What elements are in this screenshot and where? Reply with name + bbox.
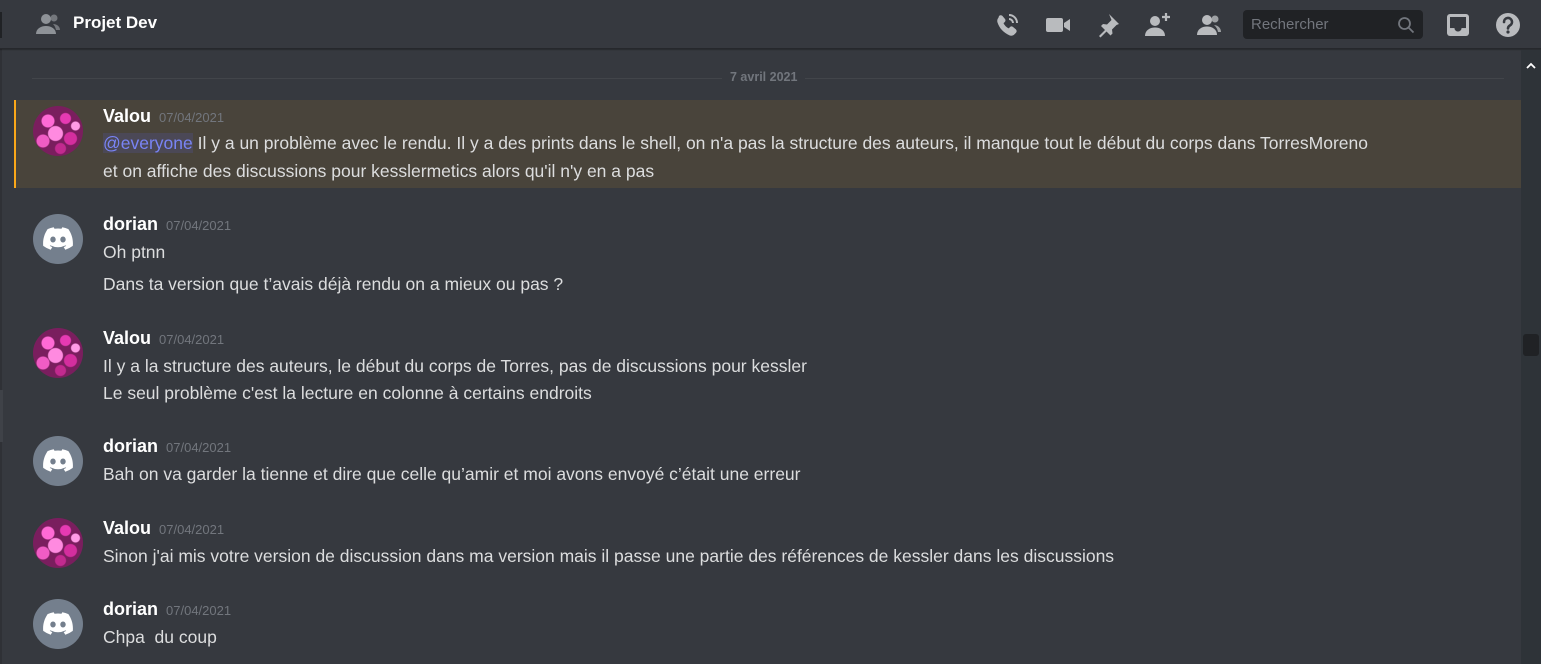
group-icon (34, 12, 62, 36)
video-icon[interactable] (1044, 11, 1072, 39)
avatar[interactable] (33, 328, 83, 378)
message-text: Chpa du coup (103, 627, 217, 647)
avatar[interactable] (33, 599, 83, 649)
pin-icon[interactable] (1094, 11, 1122, 39)
message-item[interactable]: dorian 07/04/2021 Oh ptnn Dans ta version… (14, 208, 1521, 304)
message-text: Dans ta version que t’avais déjà rendu o… (103, 274, 564, 294)
discord-logo-icon (43, 227, 73, 250)
help-icon[interactable] (1494, 11, 1522, 39)
message-timestamp: 07/04/2021 (159, 332, 225, 347)
author-name[interactable]: Valou (103, 328, 151, 348)
channel-title: Projet Dev (73, 13, 158, 32)
message-header: Valou 07/04/2021 (103, 328, 224, 349)
author-name[interactable]: Valou (103, 106, 151, 126)
message-timestamp: 07/04/2021 (166, 218, 232, 233)
message-text: Oh ptnn (103, 242, 166, 262)
message-timestamp: 07/04/2021 (159, 110, 225, 125)
inbox-icon[interactable] (1444, 11, 1472, 39)
message-item[interactable]: Valou 07/04/2021 Il y a la structure des … (14, 322, 1521, 412)
avatar[interactable] (33, 518, 83, 568)
message-timestamp: 07/04/2021 (166, 440, 232, 455)
author-name[interactable]: dorian (103, 599, 158, 619)
scroll-thumb[interactable] (1523, 334, 1539, 356)
message-list: 7 avril 2021 Valou 07/04/2021 @everyone I… (0, 50, 1521, 664)
search-box[interactable] (1243, 10, 1423, 39)
add-member-icon[interactable] (1144, 11, 1172, 39)
message-header: dorian 07/04/2021 (103, 436, 231, 457)
everyone-mention[interactable]: @everyone (103, 133, 193, 153)
message-item[interactable]: dorian 07/04/2021 Chpa du coup (14, 593, 1521, 663)
search-input[interactable] (1243, 10, 1393, 39)
message-item[interactable]: dorian 07/04/2021 Bah on va garder la tie… (14, 430, 1521, 500)
message-item[interactable]: Valou 07/04/2021 @everyone Il y a un prob… (14, 100, 1521, 188)
scrollbar[interactable] (1521, 50, 1541, 664)
search-icon[interactable] (1397, 16, 1415, 34)
members-icon[interactable] (1194, 11, 1222, 39)
message-header: Valou 07/04/2021 (103, 106, 224, 127)
date-divider-label: 7 avril 2021 (722, 70, 806, 84)
author-name[interactable]: dorian (103, 436, 158, 456)
discord-logo-icon (43, 612, 73, 635)
message-text: Il y a la structure des auteurs, le débu… (103, 356, 807, 376)
discord-window: Projet Dev Rechercher 7 avril 2021 Valou… (0, 0, 1541, 664)
message-header: dorian 07/04/2021 (103, 599, 231, 620)
message-item[interactable]: Valou 07/04/2021 Sinon j'ai mis votre ver… (14, 512, 1521, 582)
message-text: Le seul problème c'est la lecture en col… (103, 383, 592, 403)
message-timestamp: 07/04/2021 (166, 603, 232, 618)
message-text: Sinon j'ai mis votre version de discussi… (103, 546, 1115, 566)
message-header: Valou 07/04/2021 (103, 518, 224, 539)
discord-logo-icon (43, 449, 73, 472)
message-text: Bah on va garder la tienne et dire que c… (103, 464, 801, 484)
message-timestamp: 07/04/2021 (159, 522, 225, 537)
message-text: et on affiche des discussions pour kessl… (103, 161, 655, 181)
channel-header: Projet Dev (0, 0, 1541, 49)
call-icon[interactable] (993, 11, 1021, 39)
message-header: dorian 07/04/2021 (103, 214, 231, 235)
avatar[interactable] (33, 106, 83, 156)
message-text: @everyone Il y a un problème avec le ren… (103, 133, 1368, 154)
message-text-part: Il y a un problème avec le rendu. Il y a… (192, 133, 1368, 153)
author-name[interactable]: dorian (103, 214, 158, 234)
chevron-up-icon[interactable] (1526, 56, 1536, 69)
header-left-edge (0, 12, 2, 38)
avatar[interactable] (33, 214, 83, 264)
avatar[interactable] (33, 436, 83, 486)
author-name[interactable]: Valou (103, 518, 151, 538)
